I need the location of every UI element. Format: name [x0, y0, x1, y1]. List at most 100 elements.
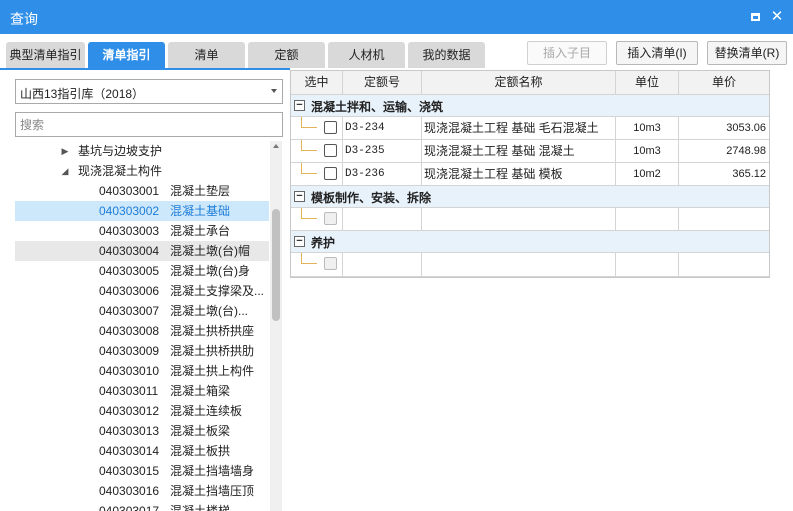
tree-folder-row[interactable]: ◢ 现浇混凝土构件: [15, 161, 269, 181]
collapse-icon[interactable]: −: [294, 100, 305, 111]
row-checkbox-disabled: [324, 257, 337, 270]
tree-item-row[interactable]: 040303017 混凝土楼梯: [15, 501, 269, 511]
empty-cell: [679, 208, 769, 231]
tree-connector: [301, 117, 317, 128]
group-row[interactable]: − 养护: [291, 231, 769, 253]
column-header-code[interactable]: 定额号: [343, 71, 422, 95]
tree-item-code: 040303014: [99, 444, 160, 458]
tree-item-name: 混凝土墩(台)...: [170, 304, 248, 318]
empty-cell: [343, 208, 422, 231]
tree-item-code: 040303006: [99, 284, 160, 298]
column-header-price[interactable]: 单价: [679, 71, 769, 95]
tree-item-code: 040303017: [99, 504, 160, 511]
row-checkbox[interactable]: [324, 144, 337, 157]
collapse-icon[interactable]: −: [294, 236, 305, 247]
tree-item-row[interactable]: 040303003 混凝土承台: [15, 221, 269, 241]
tree-item-code: 040303009: [99, 344, 160, 358]
tree-item-name: 混凝土楼梯: [170, 504, 231, 511]
tab-list-guide[interactable]: 清单指引: [88, 42, 165, 68]
tree-item-row[interactable]: 040303015 混凝土挡墙墙身: [15, 461, 269, 481]
tree-item-code: 040303008: [99, 324, 160, 338]
tree-item-row[interactable]: 040303005 混凝土墩(台)身: [15, 261, 269, 281]
tab-typical-list-guide[interactable]: 典型清单指引: [6, 42, 85, 68]
quota-grid: 选中 定额号 定额名称 单位 单价 − 混凝土拌和、运输、浇筑 D3-234 现…: [290, 70, 770, 278]
tree-item-code: 040303013: [99, 424, 160, 438]
select-cell: [291, 253, 343, 277]
tree-folder-label: 现浇混凝土构件: [78, 164, 163, 178]
tree-item-name: 混凝土连续板: [170, 404, 243, 418]
tree-item-code: 040303015: [99, 464, 160, 478]
tree-item-code: 040303001: [99, 184, 160, 198]
search-input[interactable]: [15, 112, 283, 137]
replace-list-button[interactable]: 替换清单(R): [707, 41, 787, 65]
tree-item-row[interactable]: 040303006 混凝土支撑梁及...: [15, 281, 269, 301]
tree-item-name: 混凝土板梁: [170, 424, 231, 438]
tree-item-row[interactable]: 040303008 混凝土拱桥拱座: [15, 321, 269, 341]
group-row[interactable]: − 模板制作、安装、拆除: [291, 186, 769, 208]
column-header-name[interactable]: 定额名称: [422, 71, 616, 95]
scrollbar-thumb[interactable]: [272, 209, 280, 321]
tree-item-row-selected[interactable]: 040303002 混凝土基础: [15, 201, 269, 221]
caret-right-icon[interactable]: ▶: [60, 141, 70, 161]
tree-item-name: 混凝土拱上构件: [170, 364, 255, 378]
insert-child-button[interactable]: 插入子目: [527, 41, 607, 65]
group-row[interactable]: − 混凝土拌和、运输、浇筑: [291, 95, 769, 117]
tree-item-row[interactable]: 040303001 混凝土垫层: [15, 181, 269, 201]
row-checkbox[interactable]: [324, 121, 337, 134]
scroll-up-icon[interactable]: [273, 144, 279, 148]
tree-item-code: 040303010: [99, 364, 160, 378]
tab-list[interactable]: 清单: [168, 42, 245, 68]
column-header-unit[interactable]: 单位: [616, 71, 679, 95]
close-icon[interactable]: ✕: [770, 9, 784, 24]
tree-item-row[interactable]: 040303016 混凝土挡墙压顶: [15, 481, 269, 501]
tree-item-name: 混凝土挡墙压顶: [170, 484, 255, 498]
tree-item-row[interactable]: 040303012 混凝土连续板: [15, 401, 269, 421]
row-checkbox-disabled: [324, 212, 337, 225]
select-cell: [291, 140, 343, 163]
tree-item-name: 混凝土墩(台)帽: [170, 244, 250, 258]
tree-item-row[interactable]: 040303007 混凝土墩(台)...: [15, 301, 269, 321]
select-cell: [291, 117, 343, 140]
quota-code: D3-234: [343, 117, 422, 140]
quota-name: 现浇混凝土工程 基础 毛石混凝土: [422, 117, 616, 140]
tree-item-row[interactable]: 040303009 混凝土拱桥拱肋: [15, 341, 269, 361]
tab-quota[interactable]: 定额: [248, 42, 325, 68]
library-select-value: 山西13指引库（2018）: [20, 87, 145, 101]
tree-item-code: 040303007: [99, 304, 160, 318]
collapse-icon[interactable]: −: [294, 191, 305, 202]
library-select[interactable]: 山西13指引库（2018）: [15, 79, 283, 104]
insert-list-button[interactable]: 插入清单(I): [616, 41, 698, 65]
tree-connector: [301, 163, 317, 174]
tree-item-row[interactable]: 040303011 混凝土箱梁: [15, 381, 269, 401]
tree-item-code: 040303004: [99, 244, 160, 258]
column-header-select[interactable]: 选中: [291, 71, 343, 95]
quota-name: 现浇混凝土工程 基础 混凝土: [422, 140, 616, 163]
tree-item-code: 040303012: [99, 404, 160, 418]
tree-item-row[interactable]: 040303010 混凝土拱上构件: [15, 361, 269, 381]
window-title: 查询: [10, 11, 38, 27]
tree-connector: [301, 208, 317, 219]
tab-underline: [0, 68, 290, 70]
tree-folder-row[interactable]: ▶ 基坑与边坡支护: [15, 141, 269, 161]
tree-item-name: 混凝土拱桥拱座: [170, 324, 255, 338]
empty-cell: [616, 253, 679, 277]
tab-my-data[interactable]: 我的数据: [408, 42, 485, 68]
empty-cell: [679, 253, 769, 277]
tree-item-row[interactable]: 040303013 混凝土板梁: [15, 421, 269, 441]
tree-item-name: 混凝土垫层: [170, 184, 231, 198]
empty-cell: [343, 253, 422, 277]
tree-scrollbar[interactable]: [270, 141, 282, 511]
quota-code: D3-236: [343, 163, 422, 186]
caret-down-icon[interactable]: ◢: [60, 161, 70, 181]
maximize-icon[interactable]: [749, 10, 763, 24]
tab-labor-material-machine[interactable]: 人材机: [328, 42, 405, 68]
row-checkbox[interactable]: [324, 167, 337, 180]
group-title: 混凝土拌和、运输、浇筑: [311, 100, 444, 114]
empty-cell: [422, 208, 616, 231]
tree-connector: [301, 140, 317, 151]
tree-item-row-hovered[interactable]: 040303004 混凝土墩(台)帽: [15, 241, 269, 261]
tree-item-name: 混凝土支撑梁及...: [170, 284, 265, 298]
quota-price: 2748.98: [679, 140, 769, 163]
tree-item-row[interactable]: 040303014 混凝土板拱: [15, 441, 269, 461]
empty-cell: [616, 208, 679, 231]
